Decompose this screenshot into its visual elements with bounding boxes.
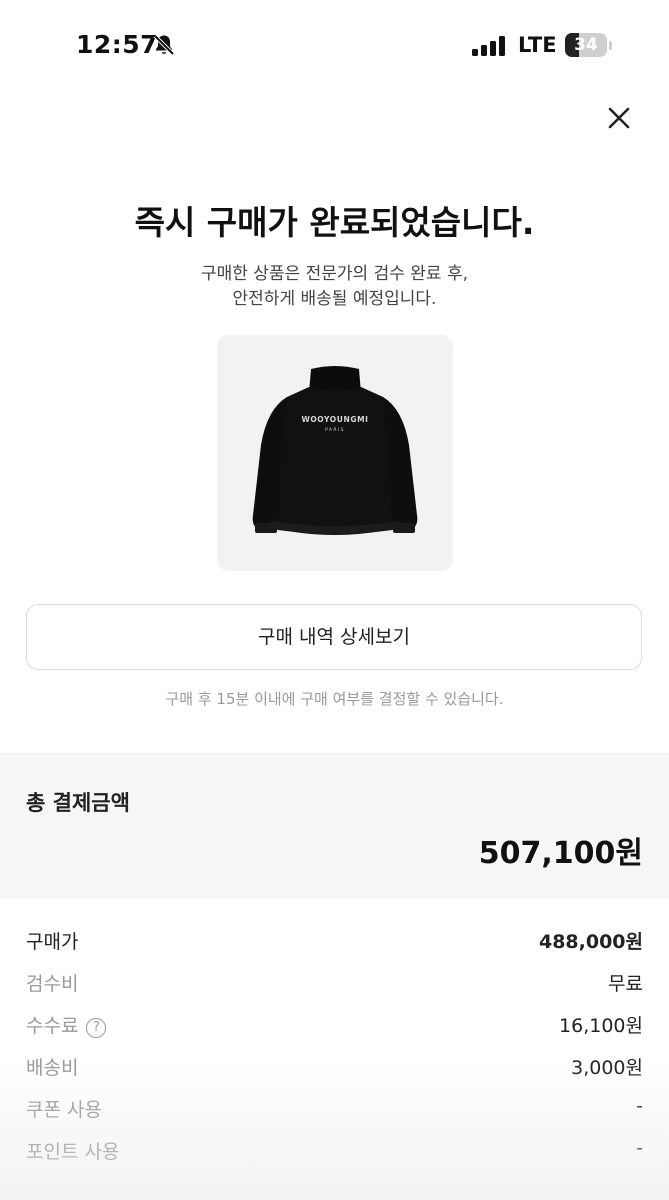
- fee-value: 16,100원: [559, 1015, 643, 1037]
- fee-row-purchase-price: 구매가 488,000원: [26, 927, 643, 957]
- status-bar: 12:57 LTE 34: [0, 0, 669, 90]
- fee-label-wrapper: 수수료?: [26, 1011, 107, 1038]
- total-payment-label: 총 결제금액: [26, 791, 130, 815]
- fee-label: 포인트 사용: [26, 1141, 120, 1163]
- battery-percentage: 34: [574, 35, 598, 55]
- signal-icon: [472, 36, 505, 56]
- page-title: 즉시 구매가 완료되었습니다.: [134, 203, 535, 242]
- total-payment-section: 총 결제금액 507,100원: [0, 753, 669, 899]
- battery-icon: 34: [565, 33, 615, 59]
- fee-row-shipping: 배송비 3,000원: [26, 1053, 643, 1083]
- product-print-text: WOOYOUNGMI: [301, 415, 368, 424]
- network-type: LTE: [518, 33, 557, 57]
- hoodie-illustration: WOOYOUNGMI PARIS: [252, 366, 418, 535]
- fee-label: 검수비: [26, 973, 79, 995]
- product-print-subtext: PARIS: [325, 427, 345, 433]
- fee-value: -: [636, 1095, 643, 1117]
- fee-label: 수수료: [26, 1015, 79, 1037]
- fee-value: 무료: [608, 973, 643, 995]
- fee-label: 배송비: [26, 1057, 79, 1079]
- fee-label: 쿠폰 사용: [26, 1099, 102, 1121]
- product-image: WOOYOUNGMI PARIS: [217, 335, 453, 571]
- subtitle-line-2: 안전하게 배송될 예정입니다.: [232, 289, 437, 309]
- decision-notice: 구매 후 15분 이내에 구매 여부를 결정할 수 있습니다.: [165, 690, 504, 708]
- fee-row-commission: 수수료? 16,100원: [26, 1011, 643, 1041]
- fee-row-coupon: 쿠폰 사용 -: [26, 1095, 643, 1125]
- close-icon[interactable]: [602, 101, 636, 135]
- fee-row-points: 포인트 사용 -: [26, 1137, 643, 1167]
- bell-slash-icon: [153, 34, 175, 56]
- status-time: 12:57: [76, 30, 159, 59]
- subtitle-line-1: 구매한 상품은 전문가의 검수 완료 후,: [200, 264, 469, 284]
- fee-value: 3,000원: [571, 1057, 643, 1079]
- fee-row-inspection: 검수비 무료: [26, 969, 643, 999]
- help-icon[interactable]: ?: [86, 1018, 107, 1038]
- fee-value: 488,000원: [538, 931, 643, 953]
- fee-value: -: [636, 1137, 643, 1159]
- total-payment-value: 507,100원: [478, 836, 643, 871]
- purchase-detail-button[interactable]: 구매 내역 상세보기: [26, 604, 642, 670]
- fee-label: 구매가: [26, 931, 79, 953]
